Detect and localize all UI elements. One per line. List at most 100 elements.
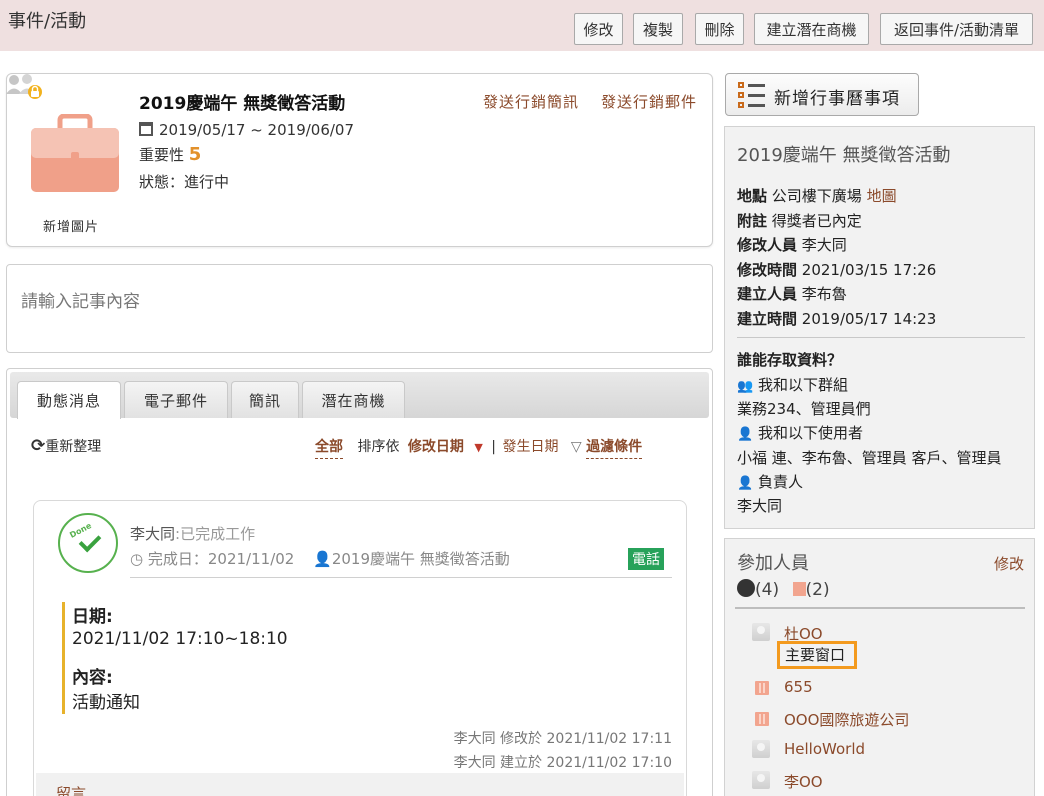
access-title-text: 誰能存取資料？	[737, 351, 843, 369]
participants-divider	[735, 607, 1025, 609]
modified-time-value: 2021/03/15 17:26	[801, 261, 937, 279]
participants-edit-link[interactable]: 修改	[994, 553, 1024, 574]
tab-news-feed[interactable]: 動態消息	[17, 381, 121, 419]
creator-row: 建立人員 李布魯	[737, 283, 847, 304]
remark-row: 附註 得獎者已內定	[737, 210, 862, 231]
tab-opportunities[interactable]: 潛在商機	[302, 381, 405, 418]
content-value: 活動通知	[72, 693, 140, 713]
modifier-label: 修改人員	[737, 236, 798, 254]
send-sms-link[interactable]: 發送行銷簡訊	[483, 91, 579, 112]
owner-label: 負責人	[757, 473, 803, 491]
feed-user[interactable]: 李大同	[130, 525, 175, 543]
created-time-label: 建立時間	[737, 310, 798, 328]
contact-avatar-icon	[752, 623, 770, 641]
delete-button[interactable]: 刪除	[695, 13, 744, 45]
groups-value: 業務234、管理員們	[737, 400, 871, 418]
feed-action: :已完成工作	[175, 525, 256, 543]
activity-panel: 動態消息 電子郵件 簡訊 潛在商機 ⟳重新整理 全部 排序依 修改日期 ▼ | …	[6, 368, 713, 796]
comment-link[interactable]: 留言	[56, 783, 86, 796]
map-link[interactable]: 地圖	[867, 187, 897, 205]
remark-value: 得獎者已內定	[771, 212, 862, 230]
participants-title: 參加人員	[737, 553, 809, 574]
tab-sms[interactable]: 簡訊	[231, 381, 299, 418]
phone-tag: 電話	[628, 548, 664, 570]
note-input[interactable]: 請輸入記事內容	[6, 264, 713, 353]
back-to-list-button[interactable]: 返回事件/活動清單	[880, 13, 1033, 45]
company-count: (2)	[805, 580, 830, 600]
people-count: (4)	[755, 580, 780, 600]
event-title: 2019慶端午 無獎徵答活動	[139, 94, 346, 114]
importance-label: 重要性	[139, 146, 185, 164]
modified-stamp: 李大同 修改於 2021/11/02 17:11	[453, 731, 672, 747]
page-title: 事件/活動	[8, 11, 87, 32]
briefcase-icon[interactable]	[31, 114, 119, 192]
creator-label: 建立人員	[737, 285, 798, 303]
tab-email[interactable]: 電子郵件	[124, 381, 228, 418]
tab-bar: 動態消息 電子郵件 簡訊 潛在商機	[10, 372, 709, 419]
sort-occur-date-link[interactable]: 發生日期	[502, 439, 558, 455]
done-badge-icon: Done	[58, 513, 118, 573]
caret-down-icon[interactable]: ▼	[474, 441, 482, 454]
add-calendar-label: 新增行事曆事項	[774, 89, 900, 109]
location-label: 地點	[737, 187, 768, 205]
participant-4-name[interactable]: HelloWorld	[784, 740, 865, 758]
filter-all-link[interactable]: 全部	[315, 439, 343, 459]
date-label: 日期:	[72, 607, 113, 627]
company-icon	[755, 712, 769, 726]
event-summary-card: 新增圖片 2019慶端午 無獎徵答活動 發送行銷簡訊 發送行銷郵件 2019/0…	[6, 73, 713, 247]
participants-panel: 參加人員 修改 (4) (2) 杜OO 主要窗口 655 OOO國際旅遊公司 H…	[724, 538, 1035, 796]
sort-filter-row: 全部 排序依 修改日期 ▼ | 發生日期 ▽ 過濾條件	[315, 436, 643, 459]
access-title: 誰能存取資料？	[737, 349, 842, 370]
toolbar-separator: |	[491, 439, 496, 455]
refresh-label: 重新整理	[45, 439, 102, 455]
primary-contact-badge: 主要窗口	[777, 641, 857, 669]
modified-time-label: 修改時間	[737, 261, 798, 279]
refresh-icon: ⟳	[31, 436, 46, 456]
note-placeholder: 請輸入記事內容	[21, 292, 140, 312]
related-event-link[interactable]: 2019慶端午 無獎徵答活動	[332, 550, 510, 568]
location-row: 地點 公司樓下廣場 地圖	[737, 185, 897, 206]
importance-value: 5	[188, 144, 202, 165]
owner-row: 👤 負責人	[737, 471, 803, 492]
content-label: 內容:	[72, 668, 113, 688]
date-value: 2021/11/02 17:10~18:10	[72, 629, 288, 649]
copy-button[interactable]: 複製	[633, 13, 683, 45]
contact-avatar-icon	[752, 740, 770, 758]
participant-2-name[interactable]: 655	[784, 678, 813, 696]
comment-bar[interactable]: 留言	[36, 773, 684, 796]
creator-value: 李布魯	[801, 285, 847, 303]
owner-icon: 👤	[737, 476, 754, 491]
created-time-value: 2019/05/17 14:23	[801, 310, 937, 328]
feed-detail: 日期: 2021/11/02 17:10~18:10 內容: 活動通知	[62, 602, 362, 714]
clock-icon: ◷	[130, 550, 144, 568]
groups-label: 我和以下群組	[757, 376, 848, 394]
add-image-link[interactable]: 新增圖片	[43, 216, 99, 235]
users-label: 我和以下使用者	[757, 424, 863, 442]
info-title: 2019慶端午 無獎徵答活動	[737, 145, 951, 166]
create-opportunity-button[interactable]: 建立潛在商機	[754, 13, 869, 45]
completed-date: 完成日：2021/11/02	[147, 550, 295, 568]
user-lock-icon	[6, 74, 42, 99]
participant-counts: (4) (2)	[737, 579, 830, 600]
users-row: 👤 我和以下使用者	[737, 422, 863, 443]
modified-time-row: 修改時間 2021/03/15 17:26	[737, 259, 936, 280]
participant-5-name[interactable]: 李OO	[784, 771, 823, 792]
filter-conditions-link[interactable]: 過濾條件	[586, 439, 643, 459]
participant-3-name[interactable]: OOO國際旅遊公司	[784, 709, 909, 730]
company-icon	[755, 681, 769, 695]
created-stamp: 李大同 建立於 2021/11/02 17:10	[453, 755, 672, 771]
refresh-button[interactable]: ⟳重新整理	[31, 436, 101, 456]
send-email-link[interactable]: 發送行銷郵件	[601, 91, 697, 112]
add-calendar-button[interactable]: 新增行事曆事項	[725, 73, 919, 116]
filter-icon[interactable]: ▽	[571, 439, 582, 455]
list-icon	[738, 81, 766, 109]
calendar-icon	[139, 122, 153, 136]
person-count-icon	[737, 579, 755, 597]
contact-avatar-icon	[752, 771, 770, 789]
company-count-icon	[792, 582, 806, 596]
sort-modified-date-link[interactable]: 修改日期	[408, 439, 464, 455]
users-value: 小福 連、李布魯、管理員 客戶、管理員	[737, 449, 1002, 467]
edit-button[interactable]: 修改	[574, 13, 623, 45]
feed-heading: 李大同:已完成工作	[130, 523, 255, 544]
remark-label: 附註	[737, 212, 768, 230]
